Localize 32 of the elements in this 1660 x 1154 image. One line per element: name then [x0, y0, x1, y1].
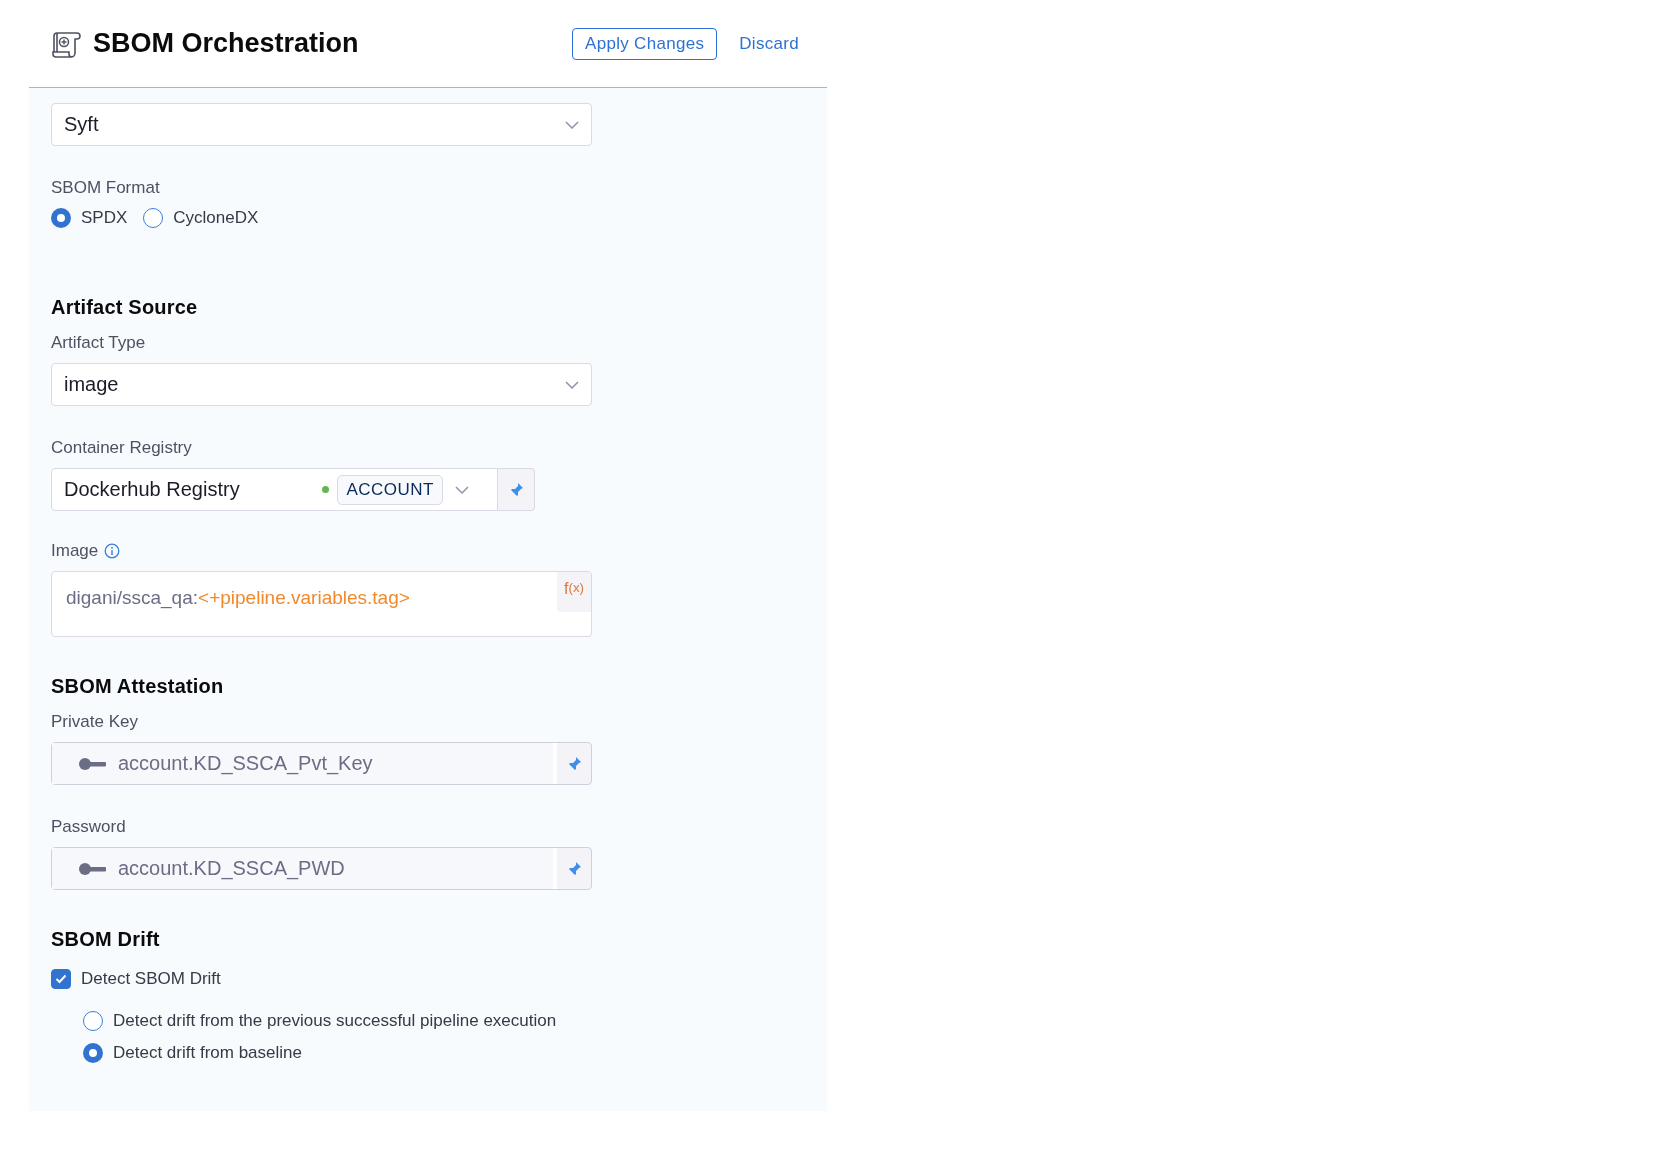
scope-tag: ACCOUNT	[337, 474, 443, 505]
field-label: Private Key	[51, 712, 139, 732]
field-label: Password	[51, 817, 127, 837]
field-label: Container Registry	[51, 438, 193, 458]
field-label: Image	[51, 541, 99, 561]
radio-option[interactable]: SPDX	[51, 208, 128, 228]
pin-button[interactable]	[498, 468, 535, 511]
radio-option[interactable]: Detect drift from baseline	[83, 1043, 805, 1063]
section-heading: SBOM Attestation	[51, 675, 225, 698]
container-registry-field[interactable]: Dockerhub Registry ACCOUNT	[51, 468, 498, 511]
info-icon	[104, 543, 121, 559]
discard-button[interactable]: Discard	[733, 28, 805, 59]
section-heading: SBOM Drift	[51, 928, 161, 951]
secret-field[interactable]: account.KD_SSCA_Pvt_Key	[51, 742, 592, 785]
check-icon	[55, 974, 67, 984]
chevron-icon	[565, 380, 579, 389]
field-label: Artifact Type	[51, 333, 147, 353]
status-dot-icon	[322, 486, 330, 493]
radio-option[interactable]: CycloneDX	[143, 208, 259, 228]
key-icon	[78, 861, 106, 876]
chevron-icon	[455, 485, 469, 494]
field-label: SBOM Format	[51, 178, 161, 198]
checkbox-option[interactable]: Detect SBOM Drift	[51, 969, 805, 989]
page-title: SBOM Orchestration	[93, 28, 359, 59]
secret-field[interactable]: account.KD_SSCA_PWD	[51, 847, 592, 890]
chevron-icon	[565, 120, 579, 129]
radio-option[interactable]: Detect drift from the previous successful pipeline execution	[83, 1011, 805, 1031]
apply-changes-button[interactable]: Apply Changes	[572, 27, 718, 60]
key-icon	[78, 756, 106, 771]
artifact-type-dropdown[interactable]: image	[51, 363, 592, 406]
sbom-tool-dropdown[interactable]: Syft	[51, 103, 592, 146]
section-heading: Artifact Source	[51, 296, 199, 319]
